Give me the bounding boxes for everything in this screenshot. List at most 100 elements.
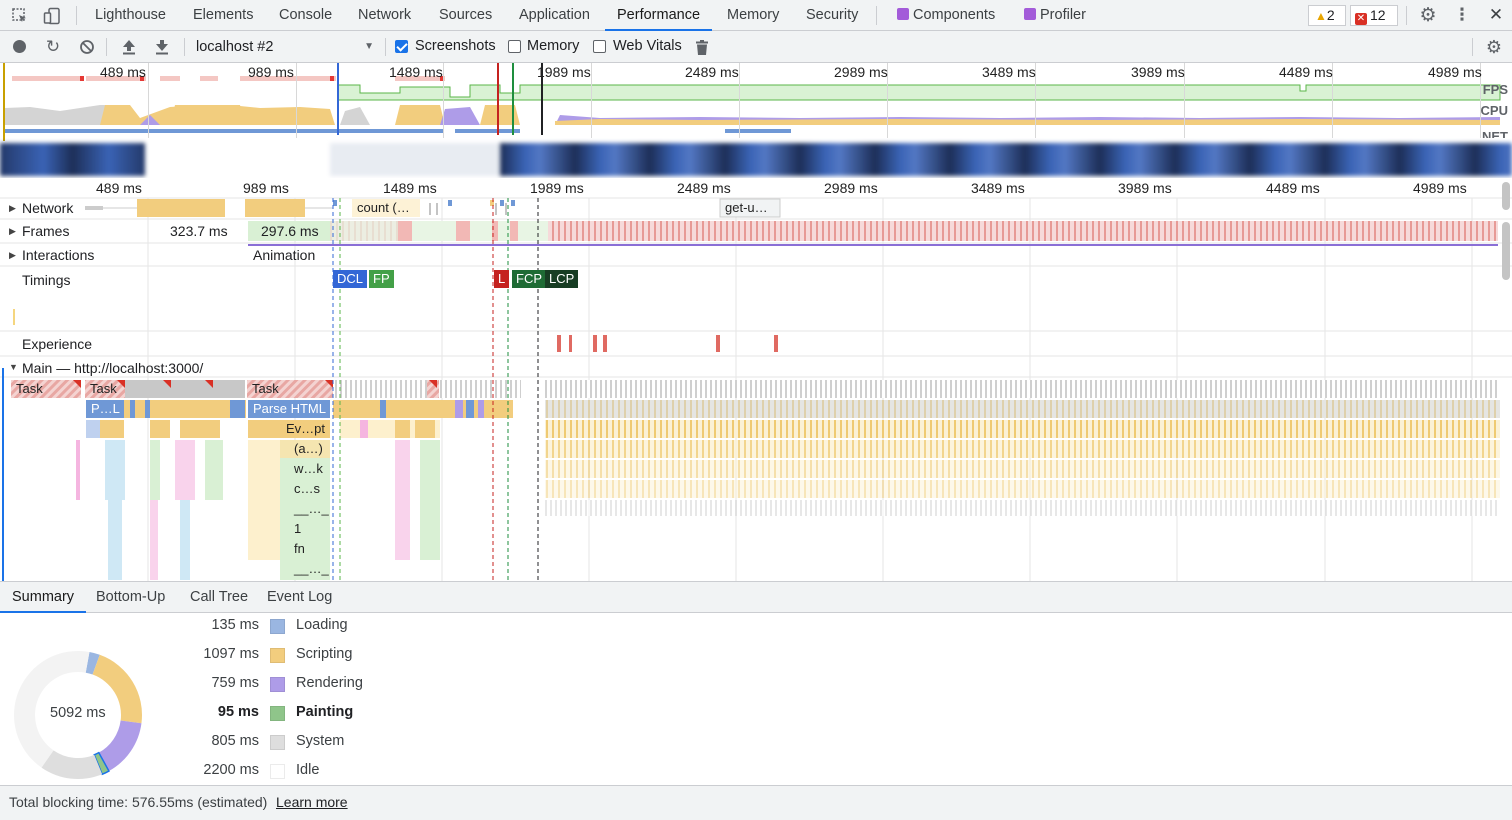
tab-summary[interactable]: Summary: [0, 582, 87, 613]
color-swatch: [270, 677, 285, 692]
web-vitals-checkbox[interactable]: [593, 40, 606, 53]
download-profile-icon[interactable]: [152, 37, 172, 57]
upload-profile-icon[interactable]: [119, 37, 139, 57]
network-request[interactable]: get-u…: [720, 199, 780, 217]
fps-lane-label: FPS: [1482, 82, 1508, 97]
function-call-bar[interactable]: __…_: [289, 500, 330, 518]
net-lane-label: NET: [1482, 129, 1508, 138]
network-request[interactable]: count (…: [352, 199, 420, 217]
frame-duration[interactable]: 297.6 ms: [261, 223, 319, 239]
tab-call-tree[interactable]: Call Tree: [190, 582, 248, 613]
tab-bottom-up[interactable]: Bottom-Up: [96, 582, 165, 613]
screenshot-thumbnail: [500, 143, 1512, 176]
color-swatch: [270, 764, 285, 779]
frames-expand-icon[interactable]: ▶: [9, 226, 16, 237]
flame-chart[interactable]: 489 ms 989 ms 1489 ms 1989 ms 2489 ms 29…: [0, 178, 1512, 581]
overview-tick: 3989 ms: [1131, 64, 1185, 80]
devtools-tab-bar: Lighthouse Elements Console Network Sour…: [0, 0, 1512, 31]
function-call-bar[interactable]: fn: [289, 540, 330, 558]
overview-tick: 1489 ms: [389, 64, 443, 80]
screenshots-label: Screenshots: [415, 38, 496, 54]
summary-value: 2200 ms: [203, 762, 259, 778]
clear-icon[interactable]: [77, 37, 97, 57]
screenshots-checkbox[interactable]: [395, 40, 408, 53]
tab-lighthouse[interactable]: Lighthouse: [95, 0, 166, 31]
frame-duration[interactable]: 323.7 ms: [170, 223, 228, 239]
network-expand-icon[interactable]: ▶: [9, 203, 16, 214]
profile-select[interactable]: localhost #2 ▼: [192, 35, 378, 59]
summary-value: 805 ms: [211, 733, 259, 749]
overview-tick: 4489 ms: [1279, 64, 1333, 80]
function-call-bar[interactable]: (a…): [289, 440, 330, 458]
close-devtools-icon[interactable]: ✕: [1486, 5, 1506, 25]
color-swatch: [270, 648, 285, 663]
parse-html-bar[interactable]: P…L: [86, 400, 124, 418]
tab-performance[interactable]: Performance: [605, 0, 713, 31]
tab-sources[interactable]: Sources: [439, 0, 492, 31]
summary-value: 135 ms: [211, 617, 259, 633]
tab-memory[interactable]: Memory: [727, 0, 779, 31]
overview-tick: 4989 ms: [1428, 64, 1482, 80]
more-options-icon[interactable]: ⋮: [1452, 5, 1472, 25]
web-vitals-label: Web Vitals: [613, 38, 682, 54]
warnings-badge[interactable]: ▲2: [1308, 5, 1346, 26]
tab-components[interactable]: Components: [897, 0, 995, 31]
interactions-track-label[interactable]: Interactions: [22, 247, 94, 263]
color-swatch: [270, 619, 285, 634]
summary-category: Painting: [296, 704, 354, 720]
tab-security[interactable]: Security: [806, 0, 858, 31]
capture-settings-gear-icon[interactable]: ⚙: [1484, 37, 1504, 57]
errors-count: 12: [1370, 7, 1386, 23]
fp-marker[interactable]: FP: [369, 270, 394, 288]
details-tabs: Summary Bottom-Up Call Tree Event Log: [0, 582, 1512, 613]
timeline-overview[interactable]: 489 ms 989 ms 1489 ms 1989 ms 2489 ms 29…: [0, 63, 1512, 178]
function-call-bar[interactable]: 1: [289, 520, 330, 538]
task-bar[interactable]: Task: [11, 380, 71, 398]
evaluate-script-bar[interactable]: Ev…pt: [281, 420, 330, 438]
dcl-marker[interactable]: DCL: [333, 270, 368, 288]
tab-application[interactable]: Application: [519, 0, 590, 31]
interactions-expand-icon[interactable]: ▶: [9, 250, 16, 261]
main-track-label[interactable]: Main — http://localhost:3000/: [22, 360, 203, 376]
function-call-bar[interactable]: c…s: [289, 480, 330, 498]
tab-console[interactable]: Console: [279, 0, 332, 31]
performance-toolbar: ↻ localhost #2 ▼ Screenshots Memory Web …: [0, 31, 1512, 63]
tab-elements[interactable]: Elements: [193, 0, 253, 31]
tab-network[interactable]: Network: [358, 0, 411, 31]
learn-more-link[interactable]: Learn more: [276, 794, 348, 810]
main-collapse-icon[interactable]: ▼: [9, 362, 18, 372]
animation-interaction[interactable]: Animation: [253, 247, 315, 263]
screenshot-filmstrip[interactable]: [0, 141, 1512, 178]
errors-badge[interactable]: ✕ 12: [1350, 5, 1398, 26]
settings-gear-icon[interactable]: ⚙: [1418, 5, 1438, 26]
task-bar[interactable]: Task: [85, 380, 121, 398]
function-call-bar[interactable]: __…_: [289, 560, 330, 578]
function-call-bar[interactable]: w…k: [289, 460, 330, 478]
cpu-lane-label: CPU: [1480, 103, 1508, 118]
summary-value: 759 ms: [211, 675, 259, 691]
memory-label: Memory: [527, 38, 580, 54]
overview-tick: 2489 ms: [685, 64, 739, 80]
record-button[interactable]: [13, 40, 26, 53]
tab-components-label: Components: [913, 7, 996, 23]
reload-record-icon[interactable]: ↻: [43, 37, 63, 57]
network-track-label[interactable]: Network: [22, 200, 73, 216]
fcp-marker[interactable]: FCP: [512, 270, 546, 288]
overview-tick: 989 ms: [248, 64, 294, 80]
trash-icon[interactable]: [692, 37, 712, 57]
parse-html-bar[interactable]: Parse HTML: [248, 400, 330, 418]
dropdown-arrow-icon: ▼: [364, 41, 374, 52]
device-toolbar-icon[interactable]: [42, 6, 62, 26]
tab-profiler[interactable]: Profiler: [1024, 0, 1086, 31]
load-marker[interactable]: L: [494, 270, 510, 288]
inspect-element-icon[interactable]: [10, 6, 30, 26]
tab-event-log[interactable]: Event Log: [267, 582, 332, 613]
task-bar[interactable]: Task: [247, 380, 323, 398]
overview-tick: 3489 ms: [982, 64, 1036, 80]
lcp-marker[interactable]: LCP: [545, 270, 579, 288]
memory-checkbox[interactable]: [508, 40, 521, 53]
screenshot-thumbnail: [330, 143, 500, 176]
warnings-count: 2: [1326, 7, 1335, 23]
summary-value: 95 ms: [217, 704, 259, 720]
frames-track-label[interactable]: Frames: [22, 223, 69, 239]
